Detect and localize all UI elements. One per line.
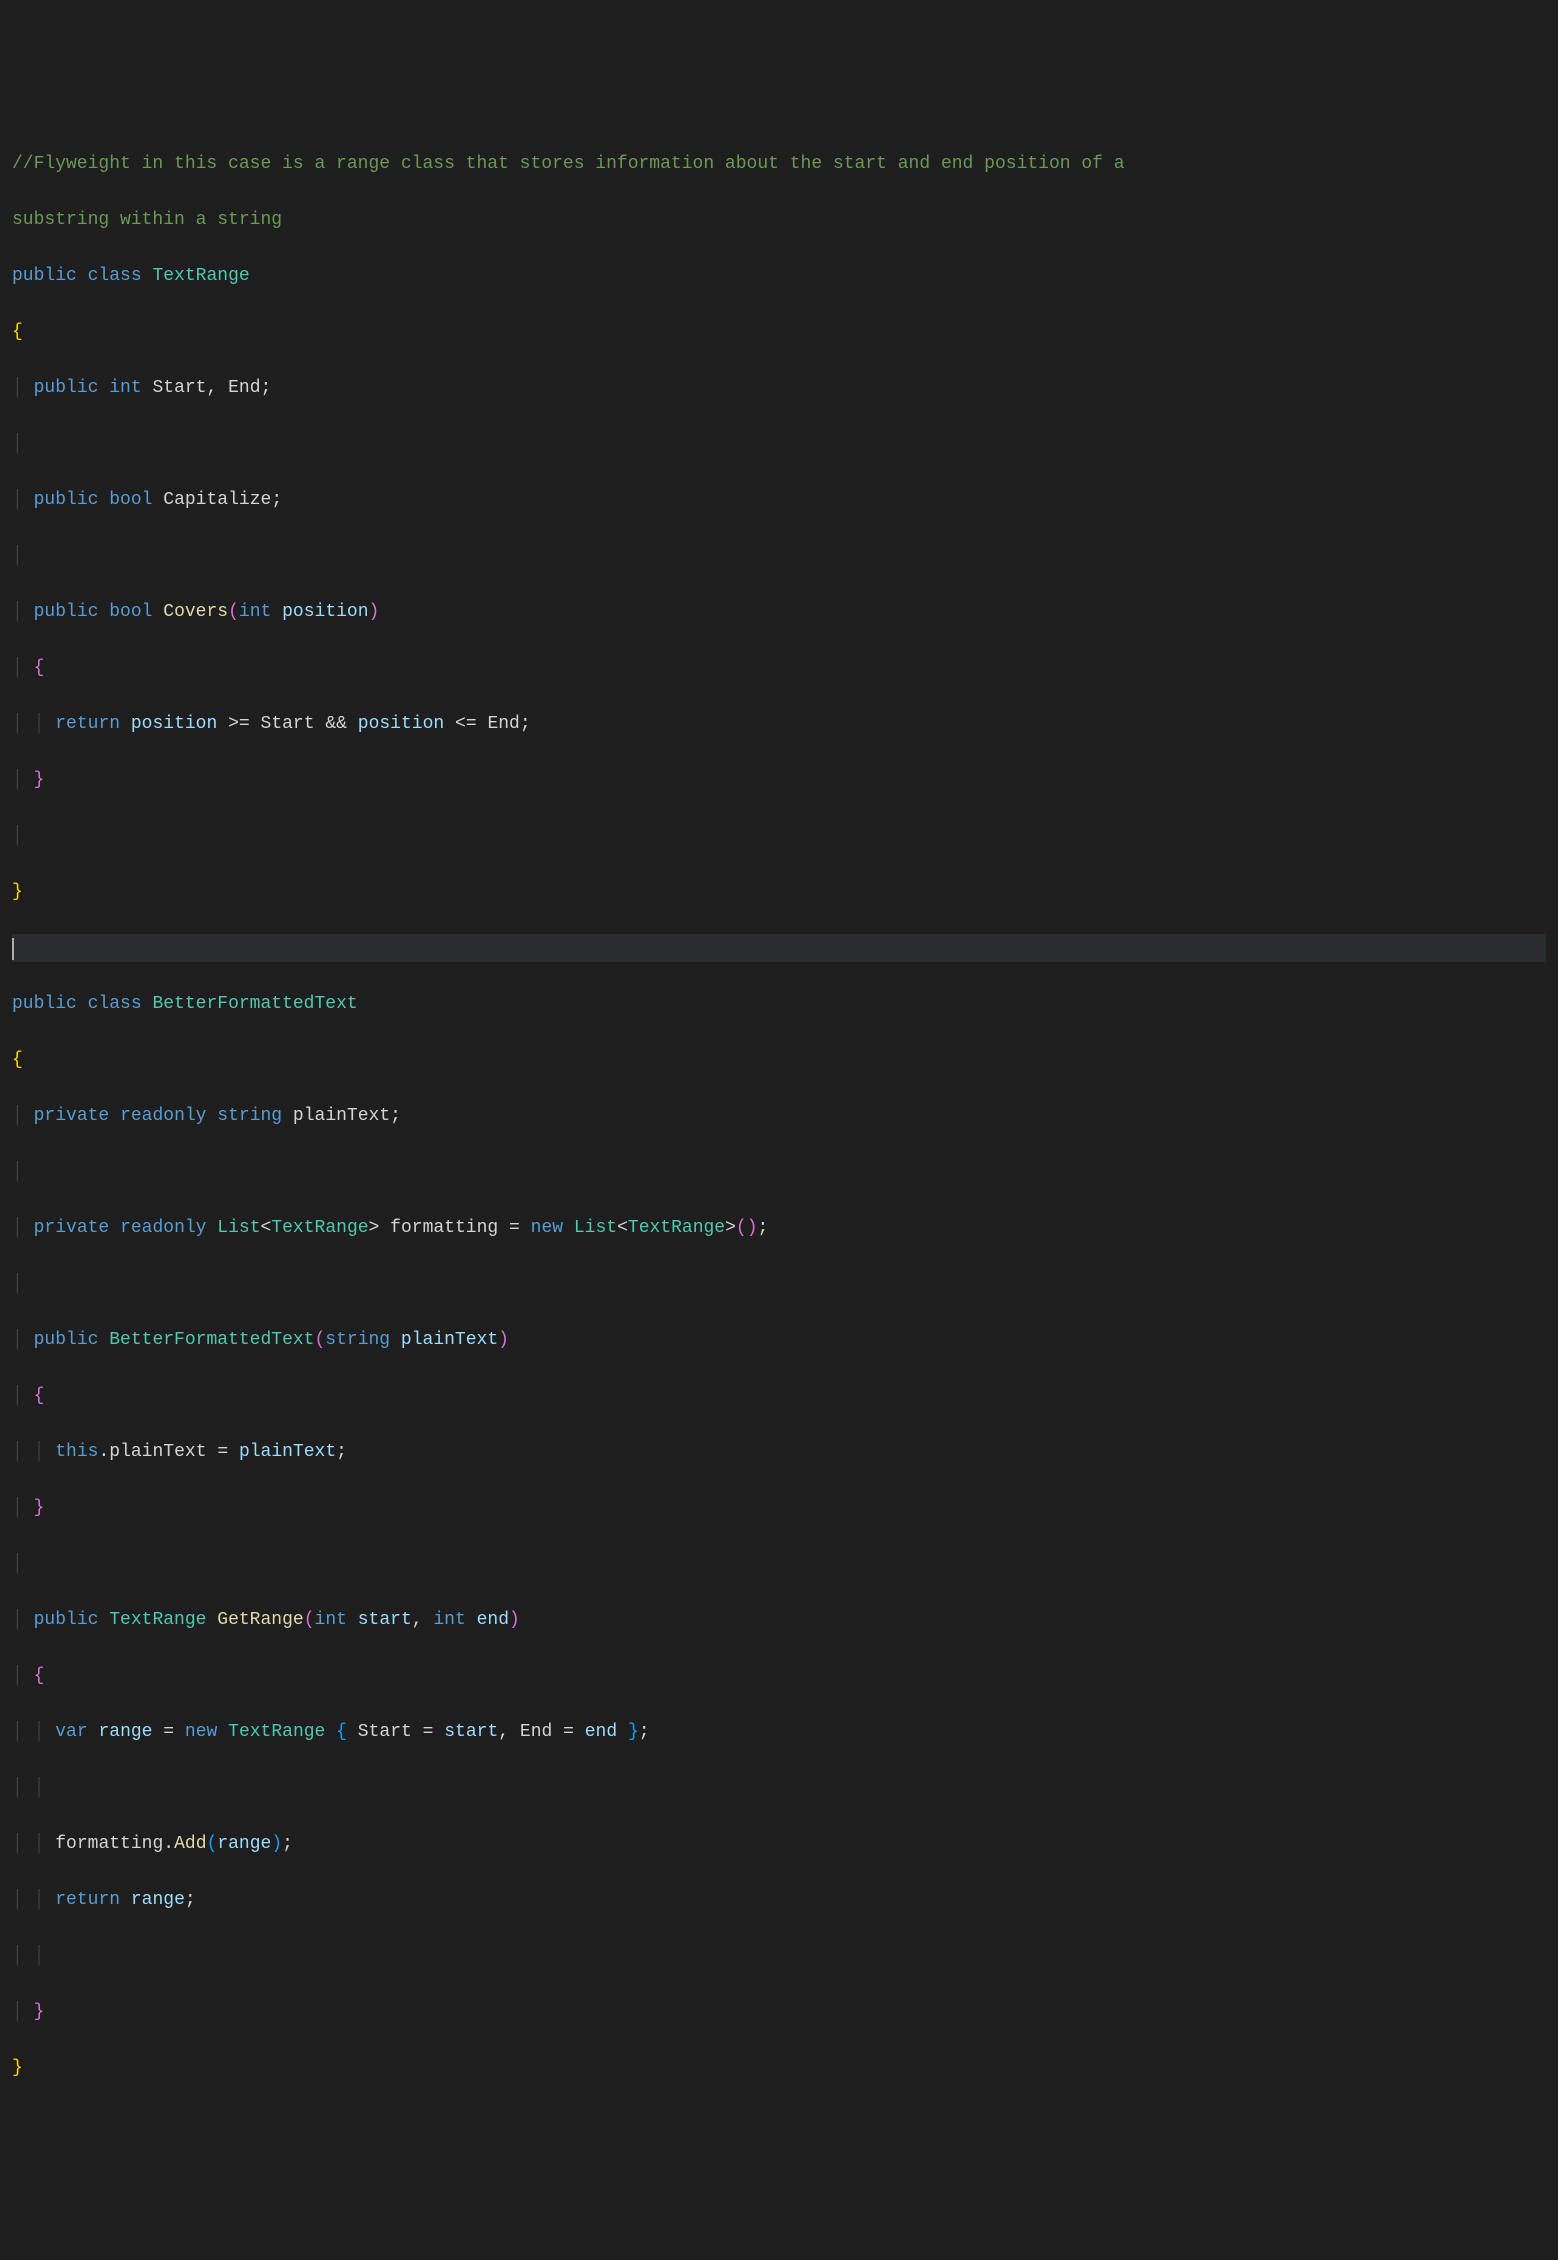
keyword: new — [531, 1218, 563, 1238]
code-line[interactable]: │ — [12, 1270, 1546, 1298]
comment-text: //Flyweight in this case is a range clas… — [12, 154, 1125, 174]
code-line[interactable]: │ │ — [12, 1774, 1546, 1802]
brace: } — [12, 2058, 23, 2078]
code-line[interactable]: │ public bool Covers(int position) — [12, 598, 1546, 626]
keyword: return — [55, 1890, 120, 1910]
method-name: GetRange — [217, 1610, 303, 1630]
type-name: BetterFormattedText — [152, 994, 357, 1014]
parameter: plainText — [401, 1330, 498, 1350]
code-line[interactable]: │ } — [12, 1998, 1546, 2026]
keyword: class — [88, 994, 142, 1014]
code-line[interactable]: │ } — [12, 766, 1546, 794]
keyword: public — [12, 266, 77, 286]
type-name: List — [217, 1218, 260, 1238]
code-line[interactable]: } — [12, 2054, 1546, 2082]
parameter: position — [282, 602, 368, 622]
code-line[interactable]: │ │ this.plainText = plainText; — [12, 1438, 1546, 1466]
keyword: int — [109, 378, 141, 398]
brace: { — [34, 1386, 45, 1406]
code-line[interactable]: │ { — [12, 1662, 1546, 1690]
code-line[interactable]: │ public TextRange GetRange(int start, i… — [12, 1606, 1546, 1634]
code-line[interactable]: { — [12, 318, 1546, 346]
code-line[interactable]: //Flyweight in this case is a range clas… — [12, 150, 1546, 178]
local-var: range — [98, 1722, 152, 1742]
code-line[interactable]: │ public int Start, End; — [12, 374, 1546, 402]
brace: } — [34, 2002, 45, 2022]
code-line[interactable]: │ } — [12, 1494, 1546, 1522]
code-line[interactable]: │ — [12, 430, 1546, 458]
code-line[interactable]: { — [12, 1046, 1546, 1074]
parameter: position — [131, 714, 217, 734]
brace: } — [34, 1498, 45, 1518]
field: Start — [152, 378, 206, 398]
code-line[interactable]: │ — [12, 1158, 1546, 1186]
keyword: readonly — [120, 1106, 206, 1126]
code-editor[interactable]: //Flyweight in this case is a range clas… — [0, 112, 1558, 2120]
method-name: Covers — [163, 602, 228, 622]
code-line[interactable]: substring within a string — [12, 206, 1546, 234]
brace: { — [12, 1050, 23, 1070]
keyword: private — [34, 1106, 110, 1126]
code-line[interactable]: public class TextRange — [12, 262, 1546, 290]
parameter: end — [477, 1610, 509, 1630]
keyword: private — [34, 1218, 110, 1238]
field: End — [228, 378, 260, 398]
code-line[interactable]: │ │ — [12, 1942, 1546, 1970]
keyword: public — [34, 602, 99, 622]
code-line[interactable]: │ — [12, 542, 1546, 570]
code-line[interactable]: │ │ var range = new TextRange { Start = … — [12, 1718, 1546, 1746]
code-line[interactable]: │ private readonly List<TextRange> forma… — [12, 1214, 1546, 1242]
keyword: return — [55, 714, 120, 734]
text-cursor — [12, 938, 14, 960]
code-line[interactable]: │ private readonly string plainText; — [12, 1102, 1546, 1130]
code-line[interactable]: public class BetterFormattedText — [12, 990, 1546, 1018]
field: plainText — [293, 1106, 390, 1126]
code-line[interactable]: │ — [12, 822, 1546, 850]
type-name: TextRange — [271, 1218, 368, 1238]
code-line[interactable]: │ — [12, 1550, 1546, 1578]
code-line-active[interactable] — [12, 934, 1546, 962]
brace: } — [12, 882, 23, 902]
code-line[interactable]: │ │ return range; — [12, 1886, 1546, 1914]
code-line[interactable]: │ { — [12, 654, 1546, 682]
brace: { — [34, 658, 45, 678]
constructor: BetterFormattedText — [109, 1330, 314, 1350]
parameter: start — [358, 1610, 412, 1630]
keyword: this — [55, 1442, 98, 1462]
keyword: public — [34, 378, 99, 398]
brace: { — [34, 1666, 45, 1686]
method-name: Add — [174, 1834, 206, 1854]
keyword: bool — [109, 602, 152, 622]
keyword: public — [34, 1610, 99, 1630]
code-line[interactable]: │ public BetterFormattedText(string plai… — [12, 1326, 1546, 1354]
type-name: TextRange — [109, 1610, 206, 1630]
brace: { — [12, 322, 23, 342]
keyword: public — [34, 1330, 99, 1350]
keyword: readonly — [120, 1218, 206, 1238]
keyword: bool — [109, 490, 152, 510]
code-line[interactable]: │ public bool Capitalize; — [12, 486, 1546, 514]
comment-text: substring within a string — [12, 210, 282, 230]
type-name: TextRange — [152, 266, 249, 286]
field: Capitalize — [163, 490, 271, 510]
code-line[interactable]: } — [12, 878, 1546, 906]
code-line[interactable]: │ │ return position >= Start && position… — [12, 710, 1546, 738]
keyword: string — [217, 1106, 282, 1126]
keyword: class — [88, 266, 142, 286]
brace: } — [34, 770, 45, 790]
keyword: int — [239, 602, 271, 622]
keyword: public — [12, 994, 77, 1014]
keyword: public — [34, 490, 99, 510]
code-line[interactable]: │ { — [12, 1382, 1546, 1410]
code-line[interactable]: │ │ formatting.Add(range); — [12, 1830, 1546, 1858]
keyword: var — [55, 1722, 87, 1742]
field: formatting — [390, 1218, 498, 1238]
